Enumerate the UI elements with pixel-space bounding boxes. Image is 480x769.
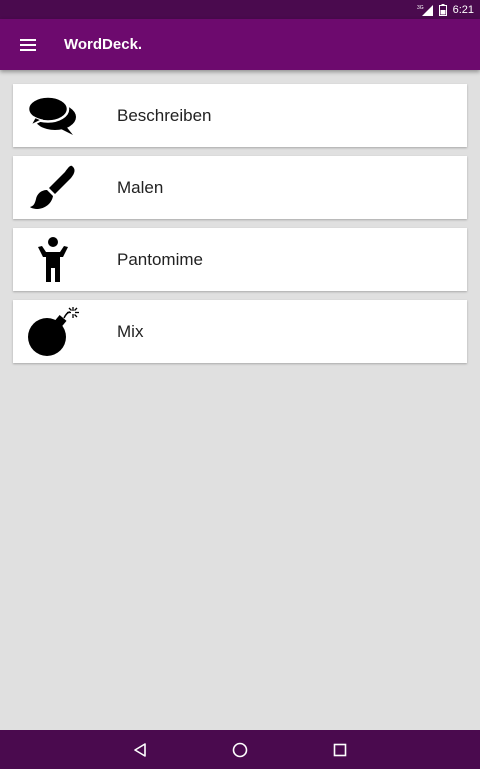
- battery-icon: [438, 3, 447, 16]
- home-icon: [232, 742, 248, 757]
- mode-list: Beschreiben Malen Pantomime Mix: [13, 84, 467, 372]
- mode-label: Pantomime: [117, 249, 203, 269]
- speech-bubbles-icon: [13, 84, 93, 147]
- mode-label: Malen: [117, 177, 164, 197]
- mode-label: Mix: [117, 321, 144, 341]
- mode-item-pantomime[interactable]: Pantomime: [13, 228, 467, 291]
- mode-label: Beschreiben: [117, 105, 212, 125]
- svg-text:3G: 3G: [417, 5, 424, 11]
- app-bar: WordDeck.: [0, 19, 480, 70]
- person-icon: [13, 228, 93, 291]
- status-time: 6:21: [452, 3, 474, 16]
- mode-item-mix[interactable]: Mix: [13, 300, 467, 363]
- status-bar: 3G 6:21: [0, 0, 480, 19]
- mode-item-malen[interactable]: Malen: [13, 156, 467, 219]
- paintbrush-icon: [13, 156, 93, 219]
- home-button[interactable]: [190, 730, 290, 769]
- back-button[interactable]: [90, 730, 190, 769]
- recents-button[interactable]: [290, 730, 390, 769]
- bomb-icon: [13, 300, 93, 363]
- menu-icon: [20, 38, 36, 51]
- mode-item-beschreiben[interactable]: Beschreiben: [13, 84, 467, 147]
- network-signal-icon: 3G: [417, 4, 433, 16]
- app-title: WordDeck.: [64, 36, 143, 53]
- back-icon: [134, 742, 146, 757]
- navigation-bar: [0, 730, 480, 769]
- recents-icon: [333, 743, 347, 756]
- menu-button[interactable]: [0, 19, 58, 70]
